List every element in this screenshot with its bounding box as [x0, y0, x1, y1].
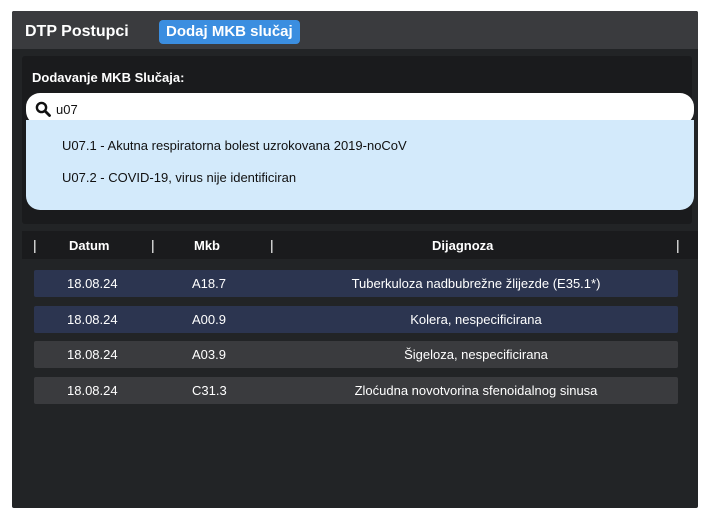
search-input[interactable] — [56, 99, 656, 119]
table-row[interactable]: 18.08.24 A00.9 Kolera, nespecificirana — [34, 306, 678, 333]
panel-title: Dodavanje MKB Slučaja: — [32, 70, 185, 85]
cell-datum: 18.08.24 — [67, 312, 118, 327]
cell-mkb: A03.9 — [192, 347, 226, 362]
table-row[interactable]: 18.08.24 C31.3 Zloćudna novotvorina sfen… — [34, 377, 678, 404]
column-separator: | — [151, 237, 155, 253]
cell-datum: 18.08.24 — [67, 276, 118, 291]
table-row[interactable]: 18.08.24 A03.9 Šigeloza, nespecificirana — [34, 341, 678, 368]
suggestion-dropdown: U07.1 - Akutna respiratorna bolest uzrok… — [26, 120, 694, 210]
app-window: DTP Postupci Dodaj MKB slučaj Dodavanje … — [12, 11, 698, 508]
cell-dijagnoza: Zloćudna novotvorina sfenoidalnog sinusa — [354, 383, 598, 398]
column-separator: | — [676, 237, 680, 253]
table-row[interactable]: 18.08.24 A18.7 Tuberkuloza nadbubrežne ž… — [34, 270, 678, 297]
header-dijagnoza[interactable]: Dijagnoza — [432, 238, 493, 253]
cell-mkb: C31.3 — [192, 383, 227, 398]
table-header: | Datum | Mkb | Dijagnoza | — [22, 231, 698, 259]
tab-dtp-postupci[interactable]: DTP Postupci — [25, 20, 129, 44]
tab-bar: DTP Postupci Dodaj MKB slučaj — [12, 11, 698, 49]
search-icon — [35, 101, 51, 117]
cell-datum: 18.08.24 — [67, 383, 118, 398]
column-separator: | — [270, 237, 274, 253]
header-datum[interactable]: Datum — [69, 238, 109, 253]
cell-datum: 18.08.24 — [67, 347, 118, 362]
suggestion-item[interactable]: U07.2 - COVID-19, virus nije identificir… — [62, 170, 296, 185]
cell-dijagnoza: Tuberkuloza nadbubrežne žlijezde (E35.1*… — [351, 276, 601, 291]
cell-mkb: A00.9 — [192, 312, 226, 327]
column-separator: | — [33, 237, 37, 253]
cell-mkb: A18.7 — [192, 276, 226, 291]
header-mkb[interactable]: Mkb — [194, 238, 220, 253]
cell-dijagnoza: Šigeloza, nespecificirana — [404, 347, 548, 362]
tab-dodaj-mkb-slucaj[interactable]: Dodaj MKB slučaj — [159, 20, 300, 44]
suggestion-item[interactable]: U07.1 - Akutna respiratorna bolest uzrok… — [62, 138, 407, 153]
add-mkb-panel: Dodavanje MKB Slučaja: U07.1 - Akutna re… — [22, 56, 694, 224]
cell-dijagnoza: Kolera, nespecificirana — [410, 312, 542, 327]
